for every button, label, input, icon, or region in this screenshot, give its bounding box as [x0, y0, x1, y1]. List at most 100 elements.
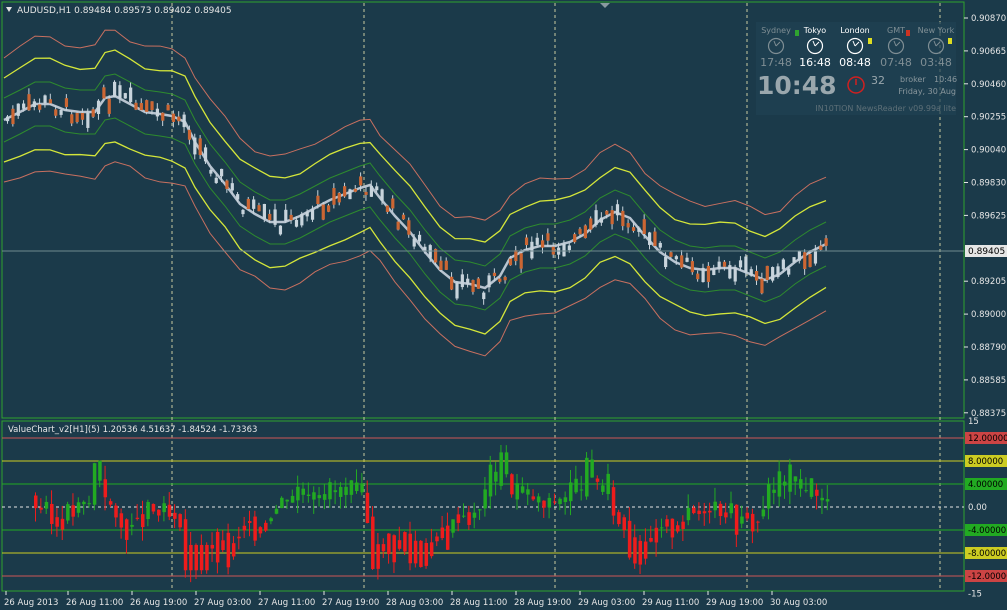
value-bar-down	[183, 519, 188, 571]
city-time: 17:48	[760, 56, 792, 69]
value-bar-down	[408, 533, 412, 564]
city-time: 08:48	[839, 56, 871, 69]
seconds-value: 32	[871, 74, 885, 87]
value-bar-down	[617, 512, 621, 525]
bear-candle	[589, 218, 593, 230]
value-bar-up	[547, 497, 552, 508]
bear-candle	[75, 112, 79, 123]
value-bar-down	[34, 495, 38, 509]
value-bar-up	[686, 507, 691, 521]
bear-candle	[64, 98, 69, 107]
value-bar-down	[397, 540, 402, 549]
value-bar-down	[167, 504, 172, 517]
value-bar-down	[376, 544, 380, 569]
value-bar-up	[82, 501, 86, 505]
city-name: New York	[918, 26, 955, 35]
value-bar-down	[50, 503, 54, 524]
value-bar-down	[205, 544, 209, 571]
bull-candle	[455, 282, 459, 299]
bull-candle	[43, 95, 47, 103]
value-bar-down	[199, 544, 204, 571]
value-bar-down	[231, 543, 236, 557]
value-bar-down	[253, 516, 257, 541]
value-bar-up	[777, 471, 782, 497]
chart-header: AUDUSD,H1 0.89484 0.89573 0.89402 0.8940…	[17, 6, 232, 16]
time-tick-label: 29 Aug 19:00	[706, 598, 763, 608]
bear-candle	[70, 114, 74, 124]
bull-candle	[776, 266, 780, 277]
bull-candle	[241, 209, 245, 215]
value-bar-down	[242, 525, 247, 531]
bull-candle	[685, 257, 689, 262]
value-bar-down	[440, 527, 445, 539]
value-chart-header: ValueChart_v2[H1](5) 1.20536 4.51637 -1.…	[8, 425, 257, 435]
value-bar-up	[574, 478, 578, 493]
bear-candle	[198, 138, 202, 155]
value-bar-down	[419, 540, 423, 567]
value-bar-up	[590, 459, 594, 478]
value-bar-up	[526, 489, 530, 495]
value-bar-up	[520, 486, 525, 493]
value-bar-up	[579, 489, 584, 491]
value-bar-up	[585, 457, 589, 497]
value-axis-label: 0.00	[968, 503, 987, 513]
value-bar-up	[659, 527, 664, 529]
bear-candle	[803, 252, 807, 270]
broker-time: 10:46	[934, 75, 957, 84]
value-bar-down	[157, 509, 161, 516]
time-tick-label: 26 Aug 11:00	[66, 598, 123, 608]
value-bar-up	[290, 495, 295, 503]
news-reader-widget[interactable]: Sydney 17:48 Tokyo 16:48 London 08:48 GMT 07:48…	[756, 22, 957, 115]
city-time: 16:48	[799, 56, 831, 69]
bear-candle	[321, 204, 325, 220]
value-bar-down	[215, 531, 220, 563]
bear-candle	[177, 116, 181, 122]
value-bar-down	[815, 489, 819, 496]
session-indicator	[795, 30, 799, 36]
bull-candle	[728, 265, 732, 279]
bull-candle	[262, 203, 266, 219]
value-bar-up	[772, 489, 776, 493]
value-bar-down	[264, 522, 268, 531]
bear-candle	[755, 271, 759, 281]
value-bar-up	[478, 509, 482, 511]
bull-candle	[594, 210, 598, 225]
value-bar-up	[569, 482, 573, 502]
value-bar-down	[221, 540, 225, 551]
value-bar-up	[825, 499, 830, 502]
bull-candle	[797, 251, 801, 261]
value-bar-down	[435, 536, 439, 542]
bear-candle	[621, 210, 625, 227]
bull-candle	[96, 100, 101, 115]
value-bar-up	[606, 473, 610, 495]
value-bar-down	[124, 519, 129, 540]
bear-candle	[819, 245, 823, 250]
bear-candle	[80, 112, 85, 120]
bull-candle	[530, 241, 534, 259]
bull-candle	[417, 234, 422, 242]
bear-candle	[139, 103, 143, 111]
city-name: Sydney	[761, 26, 791, 35]
chart-window[interactable]: AUDUSD,H1 0.89484 0.89573 0.89402 0.8940…	[0, 0, 1007, 610]
value-bar-up	[761, 509, 766, 517]
value-bar-up	[793, 476, 798, 482]
price-tick-label: 0.90460	[971, 80, 1006, 90]
bull-candle	[733, 267, 737, 282]
value-bar-down	[424, 542, 429, 566]
bull-candle	[648, 232, 652, 245]
bear-candle	[583, 225, 587, 239]
value-axis-label: -8.00000	[968, 549, 1006, 559]
bull-candle	[214, 177, 218, 183]
bull-candle	[562, 243, 566, 257]
session-indicator	[906, 30, 910, 36]
price-tick-label: 0.89625	[971, 211, 1006, 221]
bear-candle	[524, 237, 529, 246]
value-bar-down	[627, 520, 632, 558]
bear-candle	[337, 192, 341, 203]
city-name: GMT	[887, 26, 905, 35]
bear-candle	[38, 104, 42, 110]
value-bar-down	[210, 544, 215, 549]
value-bar-up	[328, 482, 332, 500]
value-bar-down	[724, 512, 728, 518]
bear-candle	[316, 195, 320, 205]
